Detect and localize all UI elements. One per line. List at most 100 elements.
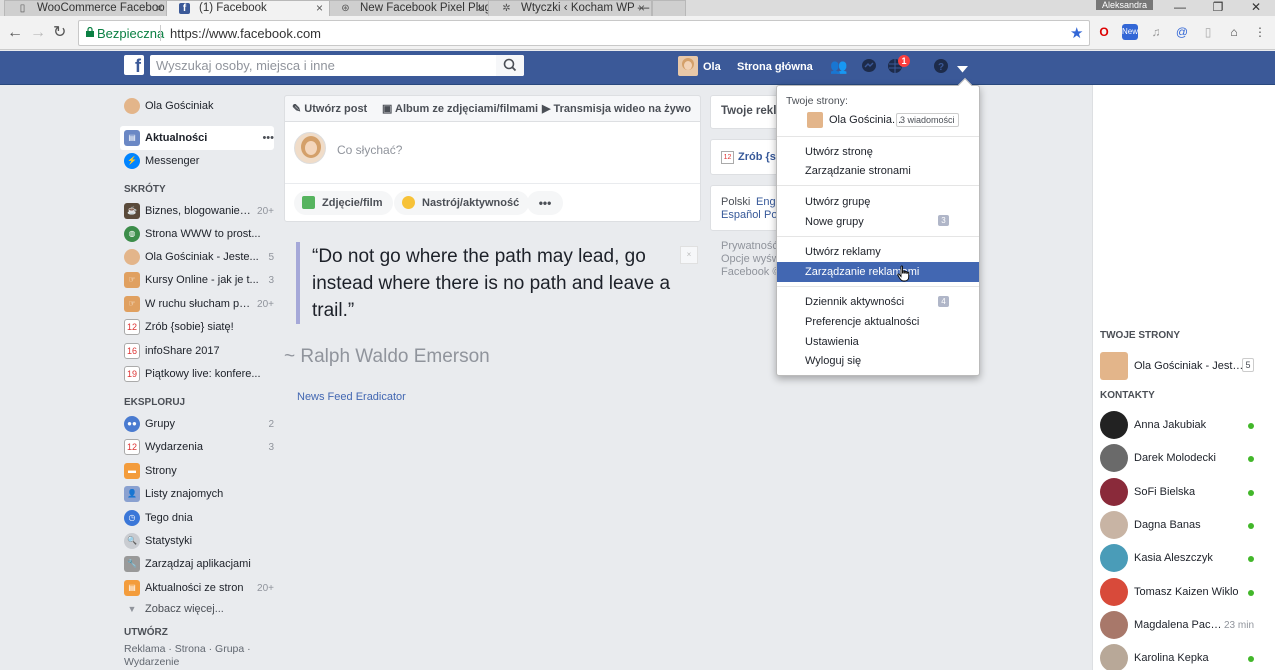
composer-tab-live[interactable]: ▶ Transmisja wideo na żywo bbox=[542, 102, 691, 115]
contact-item[interactable]: SoFi Bielska bbox=[1100, 478, 1260, 508]
explore-item-apps[interactable]: 🔧 Zarządzaj aplikacjami bbox=[124, 554, 274, 574]
shortcut-item[interactable]: 16 infoShare 2017 bbox=[124, 341, 274, 361]
online-status-dot bbox=[1248, 490, 1254, 496]
composer-tab-album[interactable]: ▣ Album ze zdjęciami/filmami bbox=[382, 102, 538, 115]
see-more-link[interactable]: ▼ Zobacz więcej... bbox=[124, 599, 274, 619]
explore-item-on-this-day[interactable]: ◷ Tego dnia bbox=[124, 508, 274, 528]
explore-header: EKSPLORUJ bbox=[124, 397, 186, 408]
avatar bbox=[1100, 444, 1128, 472]
manage-ads-item[interactable]: Zarządzanie reklamami bbox=[777, 262, 979, 282]
tab-title: (1) Facebook bbox=[199, 2, 267, 14]
contact-item[interactable]: Tomasz Kaizen Wiklo bbox=[1100, 578, 1260, 608]
your-page-item[interactable]: Ola Gościniak - Jeste... 5 bbox=[1100, 352, 1260, 382]
browser-tab-pixel-plugin[interactable]: ⊛ New Facebook Pixel Plug × bbox=[327, 0, 491, 16]
browser-tab-wtyczki[interactable]: ✲ Wtyczki ‹ Kocham WP — × bbox=[488, 0, 652, 16]
header-profile-link[interactable]: Ola bbox=[703, 61, 721, 73]
browser-user-badge[interactable]: Aleksandra bbox=[1096, 0, 1154, 10]
dropdown-page-item[interactable]: Ola Gościnia... 3 wiadomości bbox=[777, 109, 979, 131]
close-window-icon[interactable]: ✕ bbox=[1238, 0, 1274, 16]
music-extension-icon[interactable]: ♫ bbox=[1148, 24, 1164, 40]
explore-item-pages[interactable]: ▬ Strony bbox=[124, 461, 274, 481]
shortcut-item[interactable]: ☞ Kursy Online - jak je t... 3 bbox=[124, 270, 274, 290]
browser-tab-facebook[interactable]: f (1) Facebook × bbox=[166, 0, 330, 16]
language-link[interactable]: Español bbox=[721, 209, 761, 221]
contact-item[interactable]: Kasia Aleszczyk bbox=[1100, 544, 1260, 574]
create-page-item[interactable]: Utwórz stronę bbox=[777, 142, 979, 162]
file-extension-icon[interactable]: ▯ bbox=[1200, 24, 1216, 40]
composer-tab-post[interactable]: ✎ Utwórz post bbox=[292, 102, 367, 115]
composer-more-button[interactable]: ••• bbox=[527, 191, 563, 215]
contact-item[interactable]: Karolina Kepka bbox=[1100, 644, 1260, 670]
shortcut-item[interactable]: ◍ Strona WWW to prost... bbox=[124, 224, 274, 244]
search-button[interactable] bbox=[496, 55, 524, 76]
left-nav-profile[interactable]: Ola Gościniak bbox=[124, 96, 274, 116]
language-link[interactable]: Polski bbox=[721, 196, 750, 208]
news-feed-eradicator-link[interactable]: News Feed Eradicator bbox=[297, 391, 406, 403]
create-links-event[interactable]: Wydarzenie bbox=[124, 656, 179, 668]
header-home-link[interactable]: Strona główna bbox=[737, 61, 813, 73]
url-text[interactable]: https://www.facebook.com bbox=[170, 26, 321, 41]
opera-extension-icon[interactable]: O bbox=[1096, 24, 1112, 40]
avatar bbox=[1100, 544, 1128, 572]
left-nav-messenger[interactable]: ⚡ Messenger bbox=[124, 151, 274, 171]
contact-item[interactable]: Dagna Banas bbox=[1100, 511, 1260, 541]
avatar bbox=[1100, 578, 1128, 606]
close-tab-icon[interactable]: × bbox=[156, 1, 163, 16]
news-feed-preferences-item[interactable]: Preferencje aktualności bbox=[777, 312, 979, 332]
quick-help-icon[interactable]: ? bbox=[932, 58, 950, 74]
restore-icon[interactable]: ❐ bbox=[1200, 0, 1236, 16]
manage-pages-item[interactable]: Zarządzanie stronami bbox=[777, 161, 979, 181]
new-extension-icon[interactable]: New bbox=[1122, 24, 1138, 40]
settings-item[interactable]: Ustawienia bbox=[777, 332, 979, 352]
explore-item-pages-feed[interactable]: ▤ Aktualności ze stron 20+ bbox=[124, 578, 274, 598]
bookmark-star-icon[interactable]: ★ bbox=[1070, 24, 1083, 42]
contact-item[interactable]: Anna Jakubiak bbox=[1100, 411, 1260, 441]
explore-item-events[interactable]: 12 Wydarzenia 3 bbox=[124, 437, 274, 457]
composer-input[interactable]: Co słychać? bbox=[337, 143, 402, 157]
contact-item[interactable]: Magdalena Pacior... 23 min bbox=[1100, 611, 1260, 641]
facebook-search-input[interactable] bbox=[150, 55, 524, 76]
shortcut-item[interactable]: ☕ Biznes, blogowanie i ... 20+ bbox=[124, 201, 274, 221]
messenger-icon[interactable] bbox=[860, 58, 878, 74]
last-active-time: 23 min bbox=[1224, 620, 1255, 631]
forward-arrow-icon[interactable]: → bbox=[30, 25, 46, 41]
shortcut-item[interactable]: ☞ W ruchu słucham pod... 20+ bbox=[124, 294, 274, 314]
quote-close-icon[interactable]: × bbox=[680, 246, 698, 264]
shortcut-item[interactable]: 12 Zrób {sobie} siatę! bbox=[124, 317, 274, 337]
composer-divider bbox=[285, 183, 700, 184]
footer-options-link[interactable]: Opcje wyśw bbox=[721, 253, 780, 265]
header-avatar[interactable] bbox=[678, 56, 698, 76]
create-links[interactable]: Reklama · Strona · Grupa · bbox=[124, 643, 251, 655]
new-tab-button[interactable] bbox=[652, 0, 686, 16]
explore-item-friend-lists[interactable]: 👤 Listy znajomych bbox=[124, 484, 274, 504]
contact-item[interactable]: Darek Molodecki bbox=[1100, 444, 1260, 474]
footer-privacy-link[interactable]: Prywatność bbox=[721, 240, 778, 252]
reload-icon[interactable]: ↻ bbox=[53, 25, 66, 41]
feeling-activity-button[interactable]: Nastrój/aktywność bbox=[394, 191, 530, 215]
shortcut-item[interactable]: Ola Gościniak - Jeste... 5 bbox=[124, 247, 274, 267]
pocket-extension-icon[interactable]: ⌂ bbox=[1226, 24, 1242, 40]
smiley-icon bbox=[402, 196, 415, 209]
back-arrow-icon[interactable]: ← bbox=[7, 25, 23, 41]
minimize-icon[interactable]: — bbox=[1162, 0, 1198, 16]
friend-requests-icon[interactable]: 👥 bbox=[830, 58, 848, 74]
log-out-item[interactable]: Wyloguj się bbox=[777, 351, 979, 371]
browser-tab-woocommerce[interactable]: ▯ WooCommerce Faceboo × bbox=[4, 0, 170, 16]
shortcut-item[interactable]: 19 Piątkowy live: konfere... bbox=[124, 364, 274, 384]
create-group-item[interactable]: Utwórz grupę bbox=[777, 192, 979, 212]
photo-video-button[interactable]: Zdjęcie/film bbox=[294, 191, 393, 215]
at-extension-icon[interactable]: @ bbox=[1174, 24, 1190, 40]
close-tab-icon[interactable]: × bbox=[316, 1, 323, 16]
browser-menu-icon[interactable]: ⋮ bbox=[1252, 24, 1268, 40]
close-tab-icon[interactable]: × bbox=[477, 1, 484, 16]
news-feed-more-icon[interactable]: ••• bbox=[262, 132, 274, 144]
left-nav-news-feed[interactable]: ▤ Aktualności ••• bbox=[124, 128, 274, 148]
explore-item-insights[interactable]: 🔍 Statystyki bbox=[124, 531, 274, 551]
your-ads-title[interactable]: Twoje rekla bbox=[721, 105, 783, 117]
explore-item-groups[interactable]: ●● Grupy 2 bbox=[124, 414, 274, 434]
close-tab-icon[interactable]: × bbox=[638, 1, 645, 16]
create-ads-item[interactable]: Utwórz reklamy bbox=[777, 242, 979, 262]
facebook-logo-icon[interactable]: f bbox=[124, 55, 144, 76]
language-link[interactable]: Engl bbox=[756, 196, 778, 208]
account-menu-caret-icon[interactable] bbox=[957, 62, 968, 76]
